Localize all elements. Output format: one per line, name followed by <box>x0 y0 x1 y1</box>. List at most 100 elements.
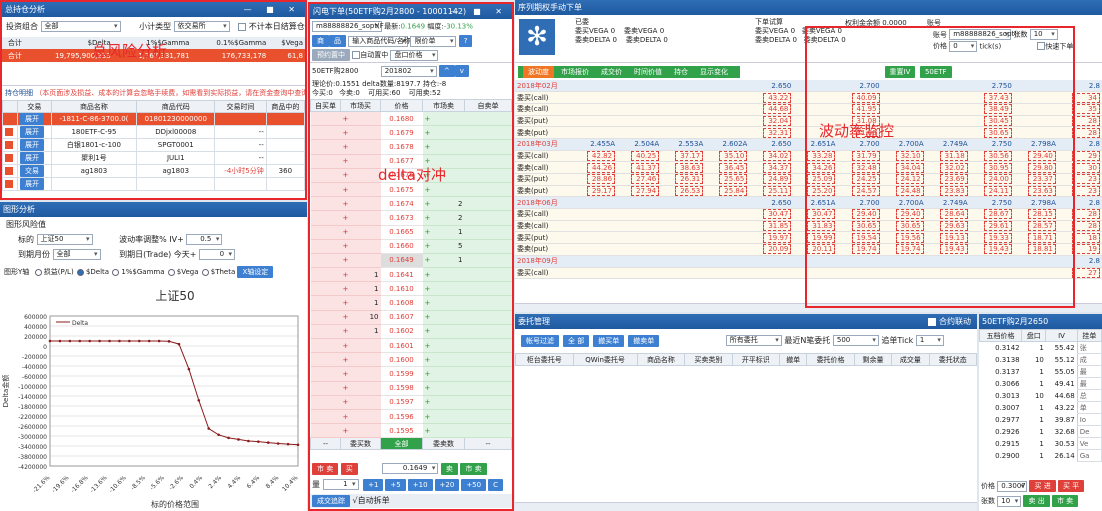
vol-cell[interactable]: 28.64 <box>925 208 970 221</box>
option-tab[interactable]: 时间价值 <box>629 66 667 78</box>
quote-price-input[interactable]: 0.3007 <box>997 480 1028 492</box>
vol-cell[interactable]: 35 <box>1057 103 1102 116</box>
own-ask-cell[interactable] <box>464 139 512 155</box>
own-bid-cell[interactable] <box>310 423 341 439</box>
vol-cell[interactable]: 2.504A <box>617 138 662 151</box>
vol-cell[interactable] <box>705 243 750 256</box>
ladder-footer[interactable]: 全部 <box>380 437 423 451</box>
own-ask-cell[interactable] <box>464 352 512 368</box>
link-toggle[interactable]: 合约联动 <box>928 314 971 329</box>
ladder-row[interactable]: +0.1674 +2 <box>310 196 512 212</box>
vol-cell[interactable] <box>837 267 882 280</box>
vol-cell[interactable]: 43.22 <box>749 91 794 104</box>
vol-cell[interactable]: 20.09 <box>749 243 794 256</box>
vol-cell[interactable]: 27 <box>1057 267 1102 280</box>
market-bid-cell[interactable]: +10 <box>340 310 381 325</box>
market-bid-cell[interactable]: + <box>340 253 381 269</box>
subtotal-select[interactable]: 依交易所 <box>173 21 230 32</box>
reset-iv-button[interactable]: 重置IV <box>884 66 916 78</box>
row-action-button[interactable]: 展开 <box>17 138 52 152</box>
vol-cell[interactable]: 24.57 <box>837 185 882 198</box>
buy-open-button[interactable]: 买 进 <box>1029 480 1056 492</box>
y-radio[interactable]: $Vega <box>167 268 199 276</box>
vol-cell[interactable]: 34.26 <box>793 161 838 174</box>
quote-row[interactable]: 0.2977 1 39.87 Io <box>980 413 1102 426</box>
own-ask-cell[interactable] <box>464 295 512 311</box>
quote-row[interactable]: 0.2900 1 26.14 Ga <box>980 449 1102 462</box>
vol-cell[interactable]: 35.10 <box>705 150 750 163</box>
vol-cell[interactable]: 18.71 <box>1013 231 1058 245</box>
vol-cell[interactable] <box>661 243 706 256</box>
vol-cell[interactable] <box>617 103 662 116</box>
order-action-button[interactable]: 帐号过滤 <box>521 335 559 347</box>
ladder-row[interactable]: +0.1597 + <box>310 395 512 410</box>
market-bid-cell[interactable]: +1 <box>340 281 381 297</box>
acct-select[interactable]: m88888826_sopt( <box>949 29 1017 40</box>
vol-cell[interactable]: 41.37 <box>617 161 662 174</box>
ladder-row[interactable]: +0.1675 + <box>310 182 512 198</box>
vol-cell[interactable] <box>617 231 662 245</box>
vol-cell[interactable] <box>793 267 838 280</box>
market-ask-cell[interactable]: + <box>422 295 465 311</box>
expiry-select[interactable]: 201802 <box>380 65 437 77</box>
qty-step-button[interactable]: +50 <box>461 479 487 491</box>
vol-cell[interactable] <box>573 196 618 210</box>
vol-cell[interactable] <box>705 231 750 245</box>
vol-cell[interactable] <box>925 126 970 139</box>
ladder-row[interactable]: +0.1673 +2 <box>310 210 512 226</box>
vol-cell[interactable]: 24.12 <box>881 173 926 186</box>
market-ask-cell[interactable]: + <box>422 267 465 283</box>
vol-cell[interactable]: 28.86 <box>573 173 618 186</box>
vol-cell[interactable] <box>617 255 662 268</box>
vol-cell[interactable]: 28 <box>1057 126 1102 139</box>
market-bid-cell[interactable]: + <box>340 196 381 212</box>
vol-cell[interactable]: 19.43 <box>925 243 970 256</box>
option-tab[interactable]: 持仓 <box>669 66 693 78</box>
own-ask-cell[interactable] <box>464 338 512 354</box>
vol-cell[interactable] <box>573 267 618 280</box>
window-controls[interactable]: — ■ ✕ <box>244 2 301 17</box>
vol-cell[interactable] <box>749 255 794 268</box>
vol-cell[interactable] <box>705 103 750 116</box>
vol-cell[interactable]: 38.63 <box>661 161 706 174</box>
own-bid-cell[interactable] <box>310 253 341 269</box>
vol-cell[interactable]: 28.57 <box>1013 220 1058 233</box>
vol-cell[interactable]: 29.63 <box>925 220 970 233</box>
vol-cell[interactable]: 19.74 <box>881 243 926 256</box>
own-ask-cell[interactable] <box>464 154 512 169</box>
own-ask-cell[interactable] <box>464 310 512 325</box>
vol-cell[interactable]: 18.81 <box>1013 243 1058 256</box>
vol-cell[interactable] <box>881 267 926 280</box>
own-bid-cell[interactable] <box>310 352 341 368</box>
vol-cell[interactable] <box>881 91 926 104</box>
vol-cell[interactable] <box>793 80 838 93</box>
vol-cell[interactable]: 19.74 <box>837 243 882 256</box>
vol-cell[interactable] <box>661 220 706 233</box>
own-bid-cell[interactable] <box>310 182 341 198</box>
quote-row[interactable]: 0.3007 1 43.22 单 <box>980 401 1102 414</box>
vol-cell[interactable]: 33.28 <box>793 150 838 163</box>
vol-cell[interactable]: 44.26 <box>573 161 618 174</box>
etf-button[interactable]: 50ETF <box>919 66 952 78</box>
table-row[interactable]: 展开 180ETF-C-95 DDjxl00008 -- <box>2 125 305 139</box>
quote-row[interactable]: 0.3142 1 55.42 张 <box>980 341 1102 354</box>
vol-cell[interactable] <box>925 91 970 104</box>
option-tab[interactable]: 波动度 <box>523 66 554 78</box>
trail-button[interactable]: 成交追踪 <box>312 495 350 507</box>
x-axis-settings-button[interactable]: X轴设定 <box>237 266 274 278</box>
vol-cell[interactable] <box>705 267 750 280</box>
recent-select[interactable]: 500 <box>832 335 879 346</box>
ladder-row[interactable]: +0.1679 + <box>310 125 512 141</box>
market-ask-cell[interactable]: +2 <box>422 196 465 212</box>
own-bid-cell[interactable] <box>310 295 341 311</box>
sell-open-button[interactable]: 卖 出 <box>1023 495 1050 507</box>
market-ask-cell[interactable]: + <box>422 154 465 169</box>
ladder-row[interactable]: +0.1596 + <box>310 409 512 425</box>
own-bid-cell[interactable] <box>310 409 341 425</box>
quote-row[interactable]: 0.3013 10 44.68 总 <box>980 389 1102 402</box>
vol-cell[interactable]: 20.11 <box>793 243 838 256</box>
vol-cell[interactable]: 19.97 <box>749 231 794 245</box>
vol-cell[interactable]: 23.63 <box>1013 185 1058 198</box>
own-ask-cell[interactable] <box>464 239 512 254</box>
vol-cell[interactable]: 28.15 <box>1013 208 1058 221</box>
